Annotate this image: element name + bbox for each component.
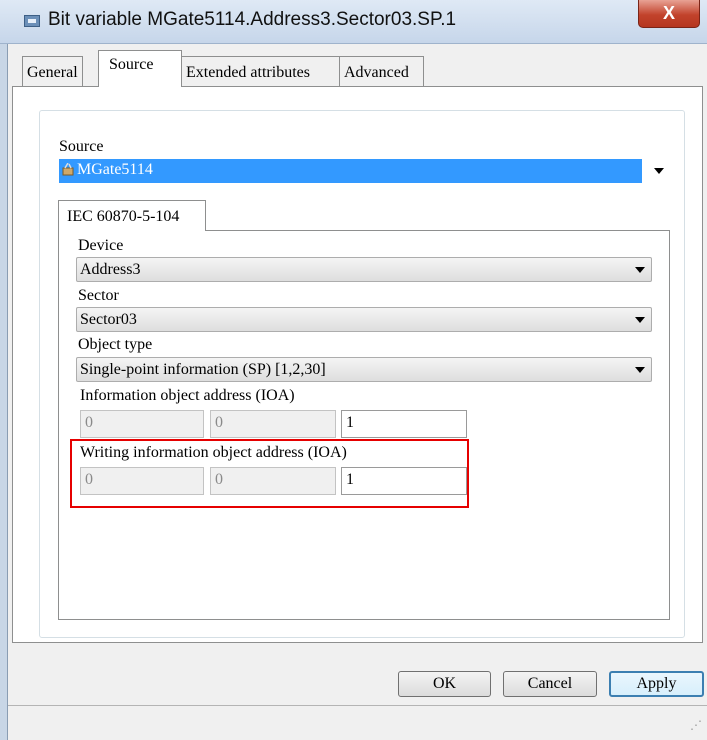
window-title: Bit variable MGate5114.Address3.Sector03…	[48, 9, 457, 30]
tab-iec-60870-5-104[interactable]: IEC 60870-5-104	[58, 200, 206, 231]
device-select[interactable]: Address3	[76, 257, 652, 282]
sector-label: Sector	[78, 287, 119, 304]
sector-select[interactable]: Sector03	[76, 307, 652, 332]
source-dropdown-arrow-icon[interactable]	[654, 168, 664, 174]
apply-button[interactable]: Apply	[609, 671, 704, 697]
device-icon	[62, 163, 74, 176]
tab-source[interactable]: Source	[98, 50, 182, 87]
resize-grip-icon[interactable]: ⋰	[690, 718, 702, 732]
cancel-button[interactable]: Cancel	[503, 671, 597, 697]
sector-value: Sector03	[80, 311, 137, 328]
device-value: Address3	[80, 261, 141, 278]
device-label: Device	[78, 237, 124, 254]
tab-general[interactable]: General	[22, 56, 83, 86]
status-bar	[8, 705, 707, 740]
object-type-label: Object type	[78, 336, 153, 353]
ioa-field-2: 0	[210, 410, 336, 438]
writing-ioa-field-2: 0	[210, 467, 336, 495]
source-label: Source	[59, 138, 104, 155]
ioa-field-1: 0	[80, 410, 204, 438]
window-frame	[0, 44, 8, 740]
writing-ioa-field-3[interactable]: 1	[341, 467, 467, 495]
source-value: MGate5114	[77, 161, 153, 178]
app-icon	[24, 15, 40, 27]
writing-ioa-field-1: 0	[80, 467, 204, 495]
button-bar	[8, 655, 707, 705]
ioa-field-3[interactable]: 1	[341, 410, 467, 438]
ok-button[interactable]: OK	[398, 671, 491, 697]
ioa-label: Information object address (IOA)	[80, 387, 295, 404]
tab-advanced[interactable]: Advanced	[339, 56, 424, 86]
object-type-dropdown-arrow-icon	[635, 367, 645, 373]
writing-ioa-label: Writing information object address (IOA)	[80, 444, 347, 461]
object-type-select[interactable]: Single-point information (SP) [1,2,30]	[76, 357, 652, 382]
sector-dropdown-arrow-icon	[635, 317, 645, 323]
tab-extended-attributes[interactable]: Extended attributes	[181, 56, 340, 86]
object-type-value: Single-point information (SP) [1,2,30]	[80, 361, 326, 378]
close-button[interactable]: X	[638, 0, 700, 28]
device-dropdown-arrow-icon	[635, 267, 645, 273]
source-combo[interactable]: MGate5114	[59, 159, 642, 183]
